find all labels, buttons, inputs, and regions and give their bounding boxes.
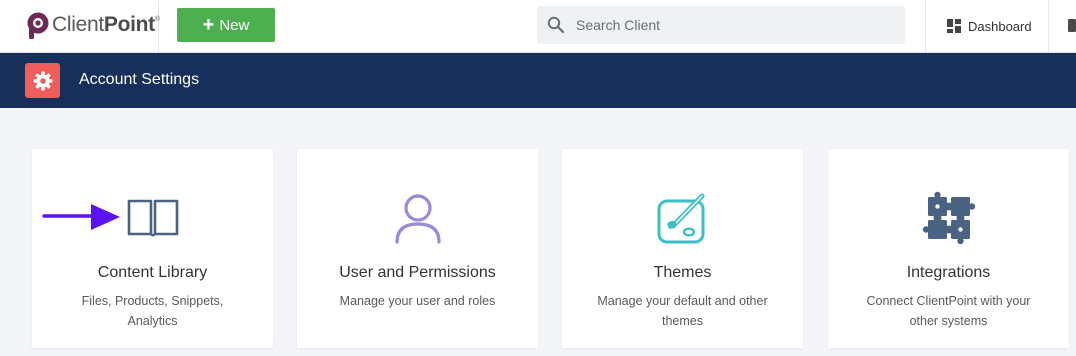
clientpoint-logo-icon bbox=[27, 12, 49, 39]
new-button[interactable]: + New bbox=[177, 8, 275, 42]
card-title: Themes bbox=[653, 264, 712, 281]
card-title: Integrations bbox=[906, 264, 991, 281]
search-input[interactable] bbox=[576, 6, 896, 44]
settings-tile bbox=[25, 63, 60, 98]
book-icon bbox=[127, 199, 178, 237]
card-user-permissions[interactable]: User and Permissions Manage your user an… bbox=[297, 149, 538, 348]
card-description: Manage your user and roles bbox=[339, 294, 496, 308]
page-title: Account Settings bbox=[79, 71, 200, 88]
annotation-arrow-icon bbox=[42, 204, 120, 230]
card-content-library[interactable]: Content Library Files, Products, Snippet… bbox=[32, 149, 273, 348]
user-icon bbox=[394, 194, 441, 244]
puzzle-icon bbox=[922, 191, 975, 245]
dashboard-label: Dashboard bbox=[968, 18, 1032, 34]
brand-logo[interactable]: ClientPoint® bbox=[0, 0, 160, 52]
search-icon bbox=[547, 16, 565, 34]
card-title: User and Permissions bbox=[339, 264, 496, 281]
card-description: Manage your default and other themes bbox=[597, 294, 768, 328]
icon-wrap bbox=[828, 189, 1069, 247]
gear-icon bbox=[33, 71, 52, 90]
dashboard-grid-icon bbox=[947, 19, 961, 33]
top-navbar: ClientPoint® + New Dashboard bbox=[0, 0, 1076, 53]
page-header: Account Settings bbox=[0, 53, 1076, 108]
palette-brush-icon bbox=[657, 193, 704, 244]
icon-wrap bbox=[562, 189, 803, 247]
overflow-nav-icon[interactable] bbox=[1068, 19, 1076, 32]
new-button-label: New bbox=[219, 16, 250, 34]
icon-wrap bbox=[297, 189, 538, 247]
brand-name: ClientPoint® bbox=[52, 13, 160, 36]
plus-icon: + bbox=[202, 14, 215, 36]
card-description: Files, Products, Snippets, Analytics bbox=[81, 294, 224, 328]
card-themes[interactable]: Themes Manage your default and other the… bbox=[562, 149, 803, 348]
card-title: Content Library bbox=[97, 264, 208, 281]
card-integrations[interactable]: Integrations Connect ClientPoint with yo… bbox=[828, 149, 1069, 348]
dashboard-link[interactable]: Dashboard bbox=[925, 0, 1049, 52]
search-box bbox=[537, 6, 905, 44]
card-description: Connect ClientPoint with your other syst… bbox=[866, 294, 1031, 328]
